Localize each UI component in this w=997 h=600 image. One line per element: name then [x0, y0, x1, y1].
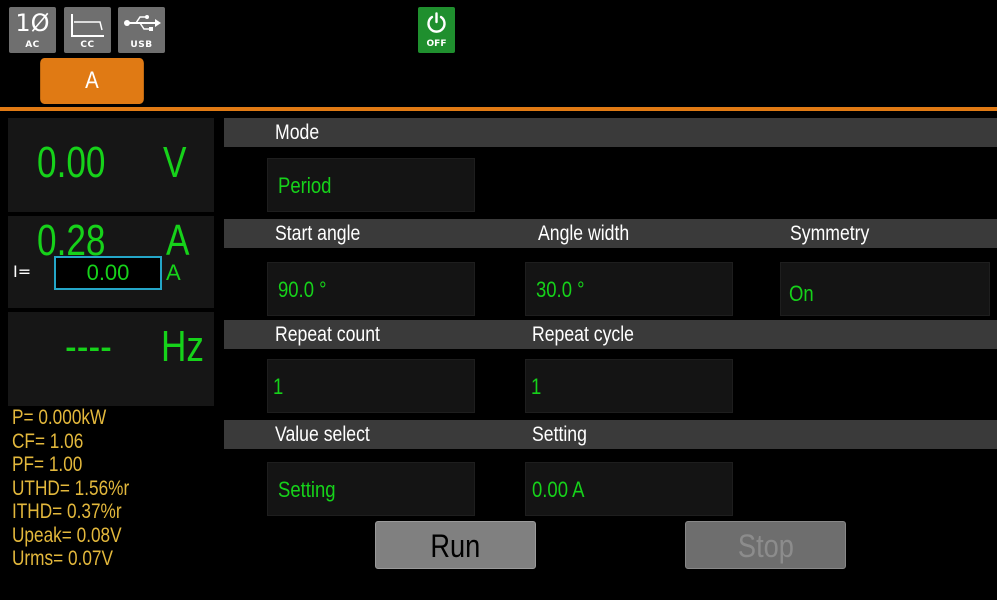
interface-caption: USB: [130, 40, 153, 50]
run-button[interactable]: Run: [375, 521, 536, 569]
value-select-value: Setting: [278, 477, 336, 502]
power-icon: [427, 12, 446, 33]
frequency-readout: ---- Hz: [8, 312, 214, 406]
stop-button[interactable]: Stop: [685, 521, 846, 569]
status-bar: 1Ø AC CC USB OFF A: [0, 0, 997, 108]
start-angle-value: 90.0 °: [278, 277, 327, 302]
mode-field[interactable]: Period: [267, 158, 475, 212]
voltage-value: 0.00: [37, 138, 106, 187]
mode-header: [224, 118, 997, 147]
setting-field[interactable]: 0.00 A: [525, 462, 733, 516]
mode-caption: CC: [80, 40, 95, 50]
usb-icon: USB: [118, 7, 165, 53]
current-setpoint-unit: A: [166, 260, 181, 285]
symmetry-value: On: [789, 281, 814, 306]
stat-power: P= 0.000kW: [12, 406, 107, 429]
value-select-label: Value select: [275, 423, 370, 446]
repeat-count-label: Repeat count: [275, 323, 380, 346]
frequency-value: ----: [65, 322, 112, 371]
phase-indicator-icon: 1Ø AC: [9, 7, 56, 53]
voltage-unit: V: [163, 138, 187, 187]
output-power-button[interactable]: OFF: [418, 7, 455, 53]
stat-ithd: ITHD= 0.37%r: [12, 500, 122, 523]
run-button-label: Run: [430, 528, 481, 564]
angle-width-field[interactable]: 30.0 °: [525, 262, 733, 316]
frequency-unit: Hz: [161, 322, 205, 371]
start-angle-field[interactable]: 90.0 °: [267, 262, 475, 316]
output-state-label: OFF: [426, 39, 447, 49]
symmetry-field[interactable]: On: [780, 262, 990, 316]
current-setpoint-input[interactable]: 0.00: [54, 256, 162, 290]
repeat-count-field[interactable]: 1: [267, 359, 475, 413]
stat-urms: Urms= 0.07V: [12, 547, 113, 570]
phase-symbol: 1Ø: [15, 9, 50, 37]
angle-width-label: Angle width: [538, 222, 630, 245]
angle-width-value: 30.0 °: [536, 277, 585, 302]
repeat-count-value: 1: [273, 374, 284, 399]
header-divider: [0, 107, 997, 111]
value-select-field[interactable]: Setting: [267, 462, 475, 516]
setting-label: Setting: [532, 423, 587, 446]
mode-label: Mode: [275, 121, 320, 144]
mode-value: Period: [278, 173, 332, 198]
stat-power-factor: PF= 1.00: [12, 453, 83, 476]
measurement-stats: P= 0.000kW CF= 1.06 PF= 1.00 UTHD= 1.56%…: [12, 406, 212, 600]
stat-crest-factor: CF= 1.06: [12, 429, 84, 453]
current-setpoint-label: I=: [13, 262, 32, 281]
phase-caption: AC: [25, 40, 40, 50]
repeat-cycle-label: Repeat cycle: [532, 323, 634, 346]
cc-mode-icon: CC: [64, 7, 111, 53]
usb-symbol-icon: [124, 15, 161, 31]
voltage-readout: 0.00 V: [8, 118, 214, 212]
current-unit: A: [166, 216, 190, 265]
stat-uthd: UTHD= 1.56%r: [12, 476, 130, 500]
stop-button-label: Stop: [737, 528, 794, 564]
symmetry-label: Symmetry: [790, 222, 870, 245]
channel-tab-a[interactable]: A: [40, 58, 144, 104]
repeat-cycle-value: 1: [531, 374, 542, 399]
setting-value: 0.00 A: [532, 477, 585, 502]
cc-curve-icon: [71, 14, 104, 37]
stat-upeak: Upeak= 0.08V: [12, 523, 122, 547]
start-angle-label: Start angle: [275, 222, 361, 245]
repeat-cycle-field[interactable]: 1: [525, 359, 733, 413]
